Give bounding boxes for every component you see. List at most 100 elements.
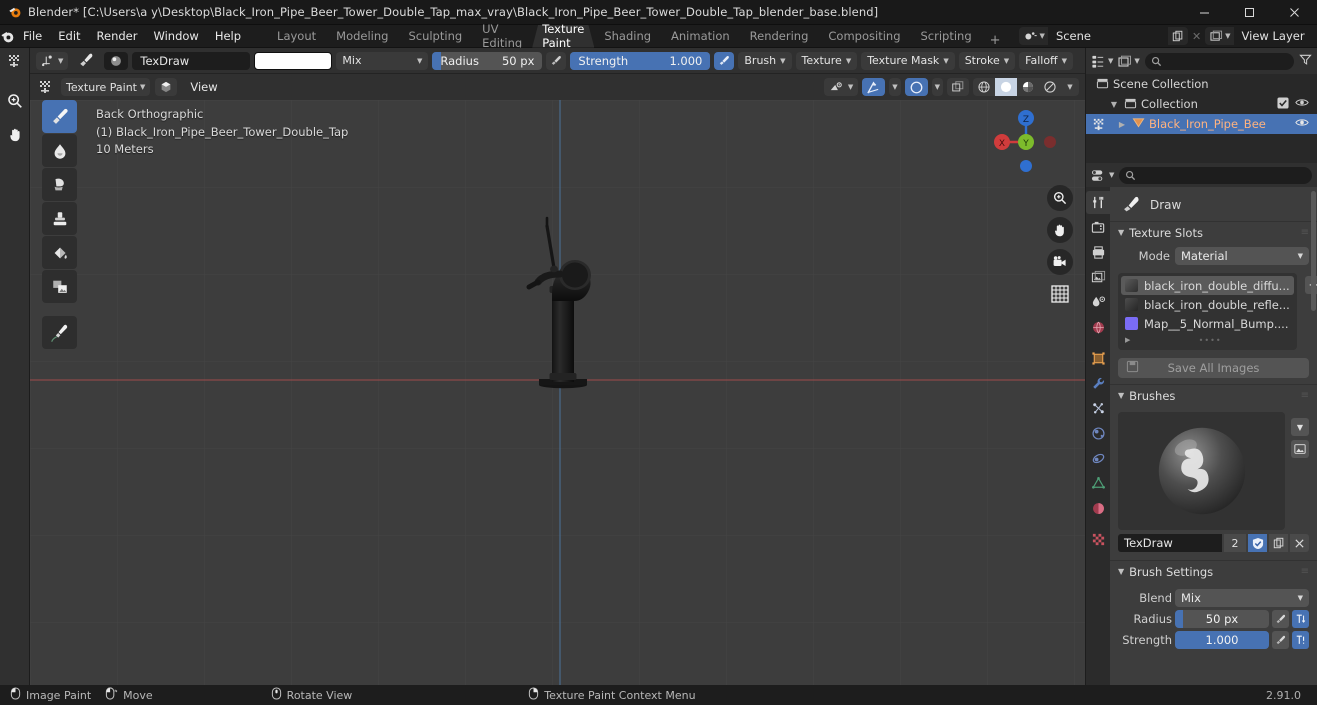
beer-tower-model[interactable]	[498, 212, 628, 412]
tab-particles[interactable]	[1086, 397, 1110, 420]
menu-file[interactable]: File	[15, 27, 50, 45]
new-scene-button[interactable]	[1168, 27, 1188, 45]
show-gizmo-icon[interactable]	[862, 78, 886, 96]
outliner-filter-icon[interactable]	[1299, 53, 1312, 69]
strength-slider[interactable]: Strength 1.000	[570, 51, 711, 70]
minimize-button[interactable]	[1182, 0, 1227, 25]
navigation-gizmo[interactable]: Y Z X	[989, 105, 1063, 179]
tool-annotate[interactable]	[42, 316, 77, 349]
blender-menu-icon[interactable]	[0, 29, 15, 44]
properties-editor-type-icon[interactable]: ▼	[1091, 168, 1114, 183]
tool-mask[interactable]	[42, 270, 77, 303]
tab-compositing[interactable]: Compositing	[818, 25, 910, 48]
brush-user-count[interactable]: 2	[1224, 534, 1246, 552]
tab-shading[interactable]: Shading	[594, 25, 661, 48]
viewlayer-name-field[interactable]: View Layer	[1233, 27, 1317, 45]
save-all-images-button[interactable]: Save All Images	[1118, 358, 1309, 378]
scene-icon[interactable]: ▼	[1019, 30, 1048, 43]
gizmo-dropdown[interactable]: ▼	[889, 78, 901, 96]
tab-constraints[interactable]	[1086, 447, 1110, 470]
zoom-strip-icon[interactable]	[4, 90, 26, 112]
tab-physics[interactable]	[1086, 422, 1110, 445]
tool-soften[interactable]	[42, 134, 77, 167]
overlays-dropdown[interactable]: ▼	[931, 78, 943, 96]
editor-type-icon[interactable]	[4, 50, 26, 72]
toggle-ortho-icon[interactable]	[1047, 281, 1073, 307]
brush-radius-slider[interactable]: 50 px	[1175, 609, 1269, 628]
radius-unit-toggle-icon[interactable]	[1292, 609, 1309, 628]
properties-scrollbar[interactable]	[1311, 191, 1316, 311]
tab-tool[interactable]	[1086, 191, 1110, 214]
tab-texture-paint[interactable]: Texture Paint	[532, 25, 594, 48]
brush-blend-dropdown[interactable]: Mix ▼	[1175, 588, 1309, 607]
texture-slot-item[interactable]: black_iron_double_diffu...	[1121, 276, 1294, 295]
slot-list-grip-icon[interactable]: ••••	[1199, 336, 1222, 345]
pan-strip-icon[interactable]	[4, 123, 26, 145]
tool-smear[interactable]	[42, 168, 77, 201]
viewport-editor-type-icon[interactable]	[36, 78, 56, 96]
tool-clone[interactable]	[42, 202, 77, 235]
viewport-view-menu[interactable]: View	[182, 78, 225, 96]
view-layer-icon[interactable]: ▼	[1205, 30, 1233, 42]
radius-slider[interactable]: Radius 50 px	[432, 51, 543, 70]
tool-draw[interactable]	[42, 100, 77, 133]
brush-preview-thumbnail[interactable]	[1118, 412, 1285, 530]
menu-window[interactable]: Window	[145, 27, 206, 45]
brush-preview-toggle-icon[interactable]	[1291, 440, 1309, 458]
tab-rendering[interactable]: Rendering	[740, 25, 819, 48]
tab-scripting[interactable]: Scripting	[911, 25, 982, 48]
menu-help[interactable]: Help	[207, 27, 249, 45]
tab-scene[interactable]	[1086, 291, 1110, 314]
tab-layout[interactable]: Layout	[267, 25, 326, 48]
viewlayer-id-field[interactable]: ▼ View Layer	[1205, 27, 1317, 45]
panel-brushes[interactable]: ▼ Brushes ≡	[1110, 384, 1317, 406]
eye-icon[interactable]	[1295, 117, 1309, 131]
brush-datablock-name[interactable]: TexDraw	[1118, 534, 1222, 552]
properties-search-input[interactable]	[1119, 166, 1312, 184]
strength-unit-toggle-icon[interactable]	[1292, 630, 1309, 649]
maximize-button[interactable]	[1227, 0, 1272, 25]
chevron-down-icon[interactable]: ▼	[1108, 100, 1120, 109]
shading-dropdown[interactable]: ▼	[1061, 78, 1079, 96]
3d-viewport[interactable]: Back Orthographic (1) Black_Iron_Pipe_Be…	[30, 100, 1085, 685]
texture-mask-popover[interactable]: Texture Mask ▼	[861, 51, 955, 70]
eye-icon[interactable]	[1295, 97, 1309, 111]
texture-slot-mode-dropdown[interactable]: Material ▼	[1175, 247, 1309, 265]
chevron-right-icon[interactable]: ▶	[1116, 120, 1128, 129]
tab-output[interactable]	[1086, 241, 1110, 264]
tab-material[interactable]	[1086, 497, 1110, 520]
interaction-mode-dropdown[interactable]: Texture Paint ▼	[61, 78, 151, 96]
camera-view-icon[interactable]	[1047, 249, 1073, 275]
strength-pressure-icon[interactable]	[714, 51, 735, 70]
tab-uv-editing[interactable]: UV Editing	[472, 25, 532, 48]
outliner-row-scene-collection[interactable]: Scene Collection	[1086, 74, 1317, 94]
tab-view-layer[interactable]	[1086, 266, 1110, 289]
tab-object[interactable]	[1086, 347, 1110, 370]
outliner-editor-type-icon[interactable]: ▼	[1091, 54, 1113, 69]
fake-user-toggle-icon[interactable]	[1248, 534, 1267, 552]
checkbox-icon[interactable]	[1277, 96, 1289, 112]
shading-wireframe-icon[interactable]	[973, 78, 995, 96]
blend-mode-dropdown[interactable]: Mix ▼	[336, 51, 429, 70]
tab-render[interactable]	[1086, 216, 1110, 239]
object-visibility-popover[interactable]: ▼	[823, 78, 859, 96]
menu-edit[interactable]: Edit	[50, 27, 88, 45]
show-overlays-icon[interactable]	[904, 78, 928, 96]
unlink-brush-button[interactable]	[1290, 534, 1309, 552]
tab-texture[interactable]	[1086, 528, 1110, 551]
outliner-row-collection[interactable]: ▼ Collection	[1086, 94, 1317, 114]
chevron-down-icon[interactable]: ▼	[1118, 228, 1124, 237]
chevron-down-icon[interactable]: ▼	[1118, 391, 1124, 400]
brush-specials-dropdown[interactable]: ▼	[1291, 418, 1309, 436]
tab-modifiers[interactable]	[1086, 372, 1110, 395]
scene-id-field[interactable]: ▼ Scene	[1018, 27, 1188, 45]
slot-list-expand-icon[interactable]: ▶	[1125, 336, 1130, 344]
brush-type-icon[interactable]	[72, 52, 100, 70]
tab-sculpting[interactable]: Sculpting	[398, 25, 472, 48]
tab-animation[interactable]: Animation	[661, 25, 740, 48]
radius-pressure-icon[interactable]	[1272, 609, 1289, 628]
add-workspace-button[interactable]: +	[982, 33, 1009, 48]
xray-toggle-icon[interactable]	[947, 78, 969, 96]
tool-fill[interactable]	[42, 236, 77, 269]
texture-slot-list[interactable]: black_iron_double_diffu... black_iron_do…	[1118, 273, 1297, 350]
